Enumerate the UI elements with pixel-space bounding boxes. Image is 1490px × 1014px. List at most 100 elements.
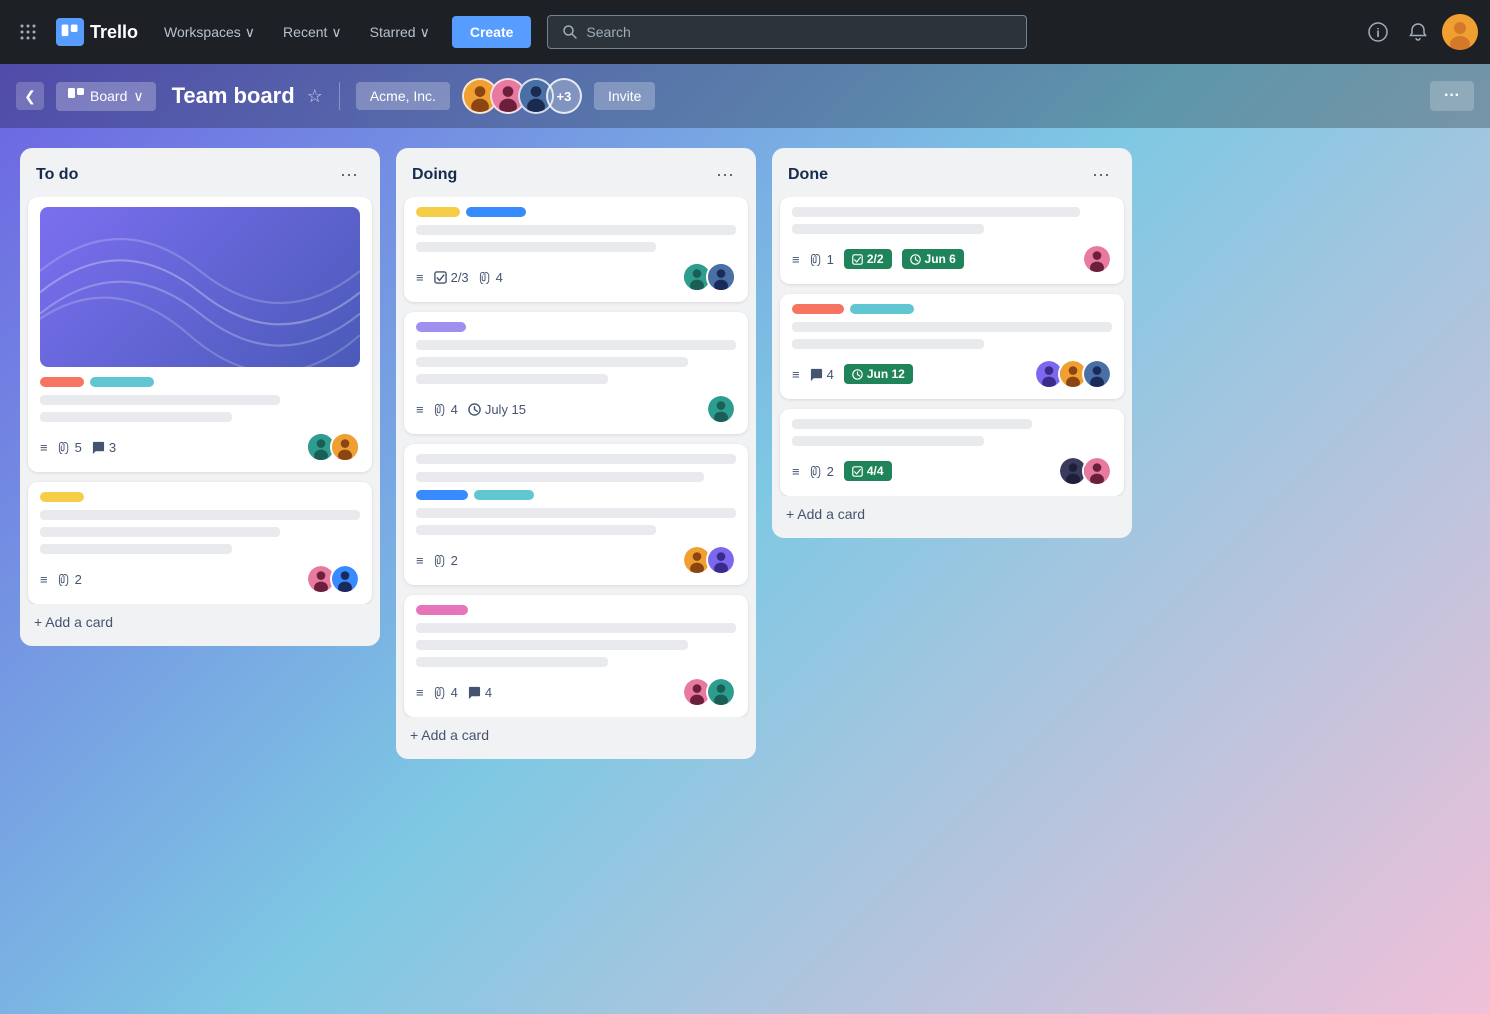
label-row [792, 304, 1112, 314]
add-card-todo[interactable]: + Add a card [20, 604, 380, 646]
card-doing-4[interactable]: ≡ 4 4 [404, 595, 748, 717]
label-blue [416, 490, 468, 500]
add-card-done[interactable]: + Add a card [772, 496, 1132, 538]
board-view-button[interactable]: Board ∨ [56, 82, 156, 111]
more-options-button[interactable]: ··· [1430, 81, 1474, 111]
card-avatar-2 [330, 564, 360, 594]
comments: 4 [468, 685, 492, 700]
member-avatars: +3 [462, 78, 582, 114]
info-button[interactable]: i [1362, 16, 1394, 48]
invite-button[interactable]: Invite [594, 82, 655, 110]
attachments: 4 [479, 270, 503, 285]
navbar: Trello Workspaces ∨ Recent ∨ Starred ∨ C… [0, 0, 1490, 64]
column-doing-cards: ≡ 2/3 4 [396, 197, 756, 717]
board-content: To do ··· ≡ [0, 128, 1490, 1014]
card-meta: ≡ 2 4/4 [792, 461, 892, 481]
label-row [416, 207, 736, 217]
grid-icon[interactable] [12, 16, 44, 48]
column-doing-title: Doing [412, 166, 457, 184]
card-footer: ≡ 2 [416, 545, 736, 575]
nav-icons: i [1362, 14, 1478, 50]
card-text-lines [416, 225, 736, 252]
column-todo-menu[interactable]: ··· [334, 162, 364, 187]
checks: 2/3 [434, 270, 469, 285]
card-done-1[interactable]: ≡ 1 2/2 Jun 6 [780, 197, 1124, 284]
column-done-menu[interactable]: ··· [1086, 162, 1116, 187]
card-done-3[interactable]: ≡ 2 4/4 [780, 409, 1124, 496]
label-blue [466, 207, 526, 217]
attachments: 2 [434, 553, 458, 568]
card-avatar-1 [1082, 244, 1112, 274]
column-todo: To do ··· ≡ [20, 148, 380, 646]
card-footer: ≡ 1 2/2 Jun 6 [792, 244, 1112, 274]
attachments: 4 [434, 685, 458, 700]
list-icon: ≡ [40, 572, 48, 587]
card-members [706, 394, 736, 424]
card-footer: ≡ 2 [40, 564, 360, 594]
card-text-lines [792, 207, 1112, 234]
search-placeholder: Search [586, 24, 630, 40]
user-avatar[interactable] [1442, 14, 1478, 50]
list-icon: ≡ [792, 464, 800, 479]
list-icon: ≡ [416, 553, 424, 568]
attachments: 1 [810, 252, 834, 267]
list-icon: ≡ [416, 685, 424, 700]
card-meta: ≡ 2 [416, 553, 458, 568]
recent-menu[interactable]: Recent ∨ [273, 18, 352, 47]
list-icon: ≡ [416, 402, 424, 417]
label-row [416, 322, 736, 332]
card-meta: ≡ 4 Jun 12 [792, 364, 913, 384]
card-doing-2[interactable]: ≡ 4 July 15 [404, 312, 748, 434]
add-card-doing[interactable]: + Add a card [396, 717, 756, 759]
list-icon: ≡ [792, 252, 800, 267]
due-date: July 15 [468, 402, 526, 417]
search-bar[interactable]: Search [547, 15, 1027, 49]
card-members [682, 262, 736, 292]
list-icon: ≡ [40, 440, 48, 455]
card-members [1034, 359, 1112, 389]
workspaces-menu[interactable]: Workspaces ∨ [154, 18, 265, 47]
card-avatar-3 [1082, 359, 1112, 389]
label-cyan [90, 377, 154, 387]
card-footer: ≡ 2 4/4 [792, 456, 1112, 486]
board-title: Team board [172, 83, 295, 109]
svg-text:i: i [1376, 26, 1379, 40]
create-button[interactable]: Create [452, 16, 532, 48]
card-text-lines [40, 510, 360, 554]
label-pink [792, 304, 844, 314]
list-icon: ≡ [792, 367, 800, 382]
attachments: 5 [58, 440, 82, 455]
column-doing-menu[interactable]: ··· [710, 162, 740, 187]
card-avatar-2 [706, 262, 736, 292]
column-done-cards: ≡ 1 2/2 Jun 6 [772, 197, 1132, 496]
logo[interactable]: Trello [56, 18, 138, 46]
card-image [40, 207, 360, 367]
workspace-button[interactable]: Acme, Inc. [356, 82, 450, 110]
card-doing-1[interactable]: ≡ 2/3 4 [404, 197, 748, 302]
label-magenta [416, 605, 468, 615]
card-done-2[interactable]: ≡ 4 Jun 12 [780, 294, 1124, 399]
logo-text: Trello [90, 22, 138, 43]
card-text-lines [416, 340, 736, 384]
card-footer: ≡ 5 3 [40, 432, 360, 462]
card-meta: ≡ 4 July 15 [416, 402, 526, 417]
sidebar-toggle[interactable]: ❮ [16, 82, 44, 110]
label-row [416, 605, 736, 615]
member-count[interactable]: +3 [546, 78, 582, 114]
card-text-lines [792, 322, 1112, 349]
card-meta: ≡ 2 [40, 572, 82, 587]
label-yellow [40, 492, 84, 502]
card-meta: ≡ 1 2/2 Jun 6 [792, 249, 964, 269]
card-meta: ≡ 5 3 [40, 440, 116, 455]
badge-date: Jun 12 [844, 364, 913, 384]
card-todo-2[interactable]: ≡ 2 [28, 482, 372, 604]
starred-menu[interactable]: Starred ∨ [360, 18, 440, 47]
card-doing-3[interactable]: ≡ 2 [404, 444, 748, 585]
card-todo-1[interactable]: ≡ 5 3 [28, 197, 372, 472]
column-doing-header: Doing ··· [396, 148, 756, 197]
star-button[interactable]: ☆ [307, 86, 323, 107]
column-todo-header: To do ··· [20, 148, 380, 197]
card-avatar-2 [330, 432, 360, 462]
notifications-button[interactable] [1402, 16, 1434, 48]
attachments: 2 [58, 572, 82, 587]
